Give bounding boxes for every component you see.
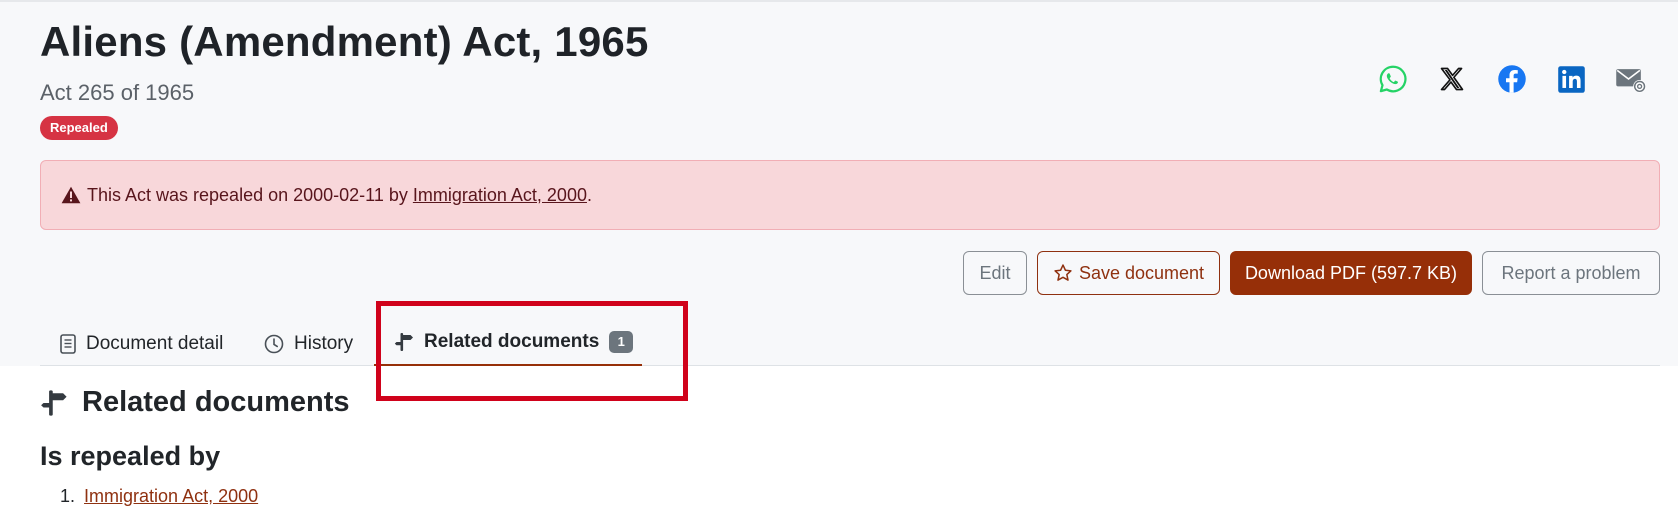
status-badge: Repealed [40, 116, 118, 140]
download-pdf-button[interactable]: Download PDF (597.7 KB) [1230, 251, 1472, 295]
linkedin-icon[interactable] [1554, 62, 1588, 96]
list-item-number: 1. [60, 486, 76, 506]
tab-label: Document detail [86, 333, 224, 354]
clock-icon [264, 334, 284, 354]
related-document-link[interactable]: Immigration Act, 2000 [84, 486, 258, 506]
section-heading-text: Related documents [82, 386, 350, 418]
whatsapp-icon[interactable] [1376, 62, 1410, 96]
list-item: 1. Immigration Act, 2000 [60, 486, 258, 507]
alert-suffix: . [586, 184, 592, 205]
star-icon [1053, 263, 1073, 283]
highlight-annotation [376, 301, 688, 401]
tab-document-detail[interactable]: Document detail [60, 322, 223, 366]
repealing-act-link[interactable]: Immigration Act, 2000 [413, 185, 587, 206]
tab-history[interactable]: History [264, 322, 353, 366]
repealed-by-heading: Is repealed by [40, 441, 221, 471]
facebook-icon[interactable] [1495, 62, 1529, 96]
share-toolbar [1376, 62, 1648, 96]
related-list: 1. Immigration Act, 2000 [60, 486, 258, 507]
x-icon[interactable] [1435, 62, 1469, 96]
edit-button[interactable]: Edit [963, 251, 1027, 295]
warning-icon [61, 186, 81, 204]
repeal-alert: This Act was repealed on 2000-02-11 by I… [40, 160, 1660, 230]
section-heading: Related documents [40, 386, 350, 419]
document-subtitle: Act 265 of 1965 [40, 80, 195, 105]
alert-text: This Act was repealed on 2000-02-11 by [87, 184, 408, 205]
document-icon [60, 334, 76, 354]
signpost-icon [40, 389, 68, 417]
email-icon[interactable] [1614, 62, 1648, 96]
top-divider [0, 0, 1678, 2]
page-title: Aliens (Amendment) Act, 1965 [40, 18, 649, 65]
save-document-label: Save document [1078, 262, 1205, 283]
report-problem-button[interactable]: Report a problem [1482, 251, 1660, 295]
tab-label: History [294, 333, 354, 354]
save-document-button[interactable]: Save document [1037, 251, 1220, 295]
